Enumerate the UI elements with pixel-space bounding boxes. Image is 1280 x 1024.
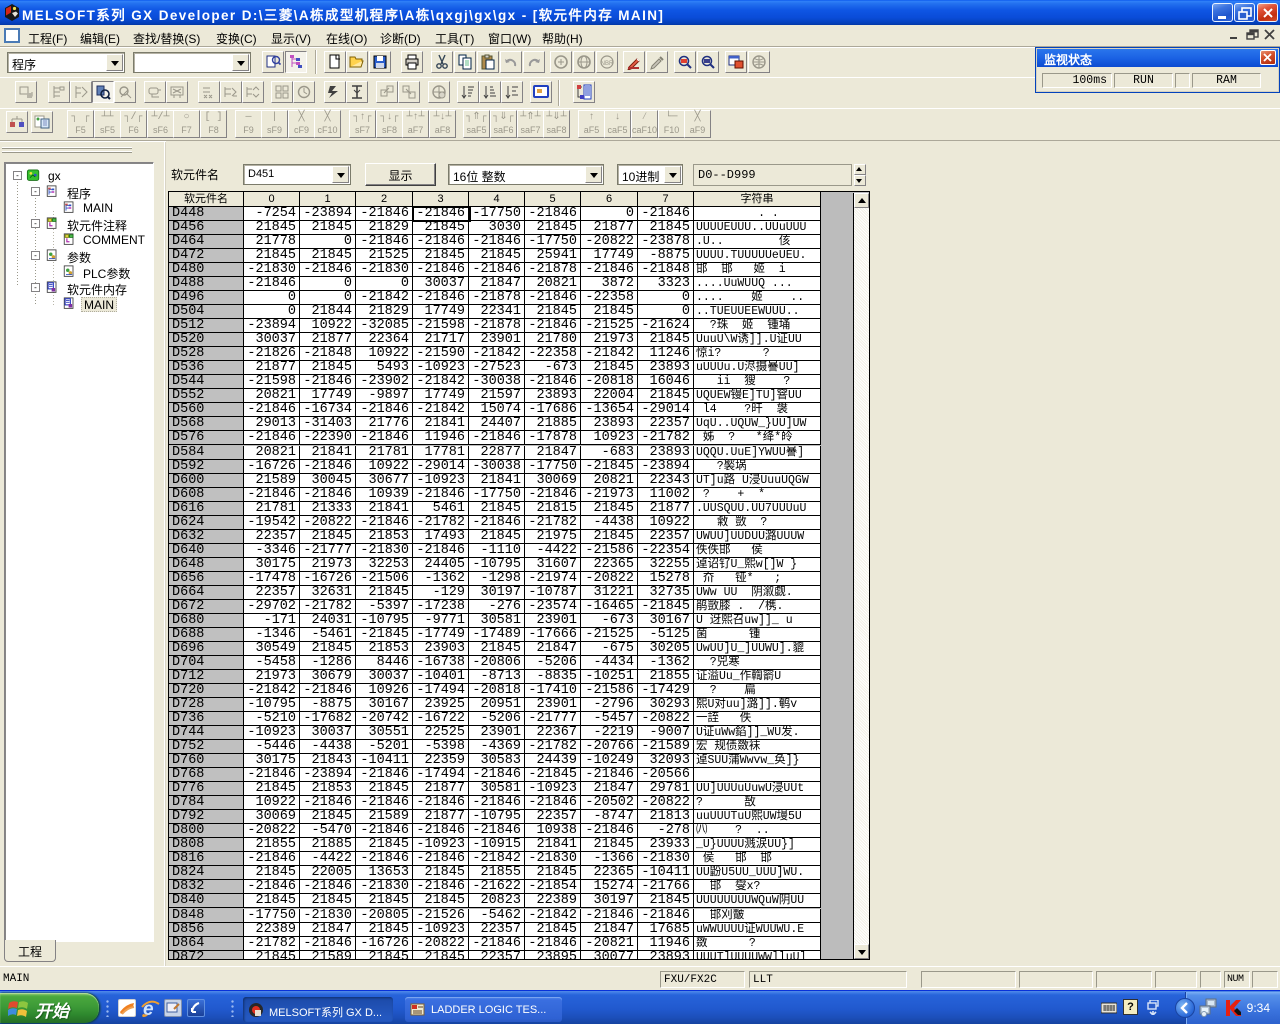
svg-text:NBR: NBR [601,61,614,67]
